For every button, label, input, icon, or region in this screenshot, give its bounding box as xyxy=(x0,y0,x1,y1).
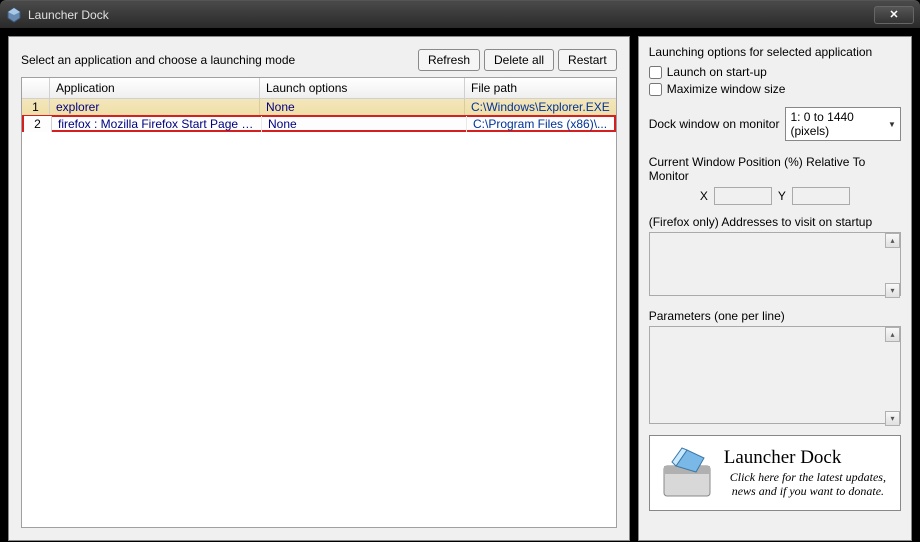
maximize-checkbox[interactable] xyxy=(649,83,662,96)
parameters-textarea[interactable] xyxy=(649,326,901,424)
options-pane: Launching options for selected applicati… xyxy=(638,36,912,541)
promo-title: Launcher Dock xyxy=(724,447,892,469)
maximize-row: Maximize window size xyxy=(649,82,901,96)
dock-monitor-label: Dock window on monitor xyxy=(649,117,780,131)
refresh-button[interactable]: Refresh xyxy=(418,49,480,71)
launch-on-startup-checkbox[interactable] xyxy=(649,66,662,79)
addresses-label: (Firefox only) Addresses to visit on sta… xyxy=(649,215,901,229)
chevron-down-icon: ▼ xyxy=(888,120,896,129)
top-toolbar: Select an application and choose a launc… xyxy=(21,49,617,71)
addresses-wrap: ▴ ▾ xyxy=(649,232,901,309)
x-label: X xyxy=(700,189,708,203)
launch-on-startup-label: Launch on start-up xyxy=(667,65,767,79)
maximize-label: Maximize window size xyxy=(667,82,786,96)
table-row[interactable]: 1 explorer None C:\Windows\Explorer.EXE xyxy=(22,99,616,116)
close-icon: ✕ xyxy=(889,8,898,21)
scroll-up-icon[interactable]: ▴ xyxy=(885,233,900,248)
window-title: Launcher Dock xyxy=(28,8,874,22)
promo-banner[interactable]: Launcher Dock Click here for the latest … xyxy=(649,435,901,511)
row-application: firefox : Mozilla Firefox Start Page - M… xyxy=(52,116,262,132)
close-button[interactable]: ✕ xyxy=(874,6,914,24)
addresses-textarea[interactable] xyxy=(649,232,901,296)
app-table: Application Launch options File path 1 e… xyxy=(21,77,617,528)
header-launch-options[interactable]: Launch options xyxy=(260,78,465,98)
restart-button[interactable]: Restart xyxy=(558,49,617,71)
parameters-wrap: ▴ ▾ xyxy=(649,326,901,435)
delete-all-button[interactable]: Delete all xyxy=(484,49,554,71)
row-application: explorer xyxy=(50,99,260,115)
row-path: C:\Windows\Explorer.EXE xyxy=(465,99,616,115)
y-label: Y xyxy=(778,189,786,203)
header-application[interactable]: Application xyxy=(50,78,260,98)
table-header: Application Launch options File path xyxy=(22,78,616,99)
header-file-path[interactable]: File path xyxy=(465,78,616,98)
options-title: Launching options for selected applicati… xyxy=(649,45,901,59)
promo-text: Launcher Dock Click here for the latest … xyxy=(724,447,892,499)
xy-row: X Y xyxy=(649,187,901,205)
row-path: C:\Program Files (x86)\... xyxy=(467,116,614,132)
row-launch: None xyxy=(260,99,465,115)
row-number: 2 xyxy=(24,116,52,132)
header-number[interactable] xyxy=(22,78,50,98)
scroll-up-icon[interactable]: ▴ xyxy=(885,327,900,342)
position-label: Current Window Position (%) Relative To … xyxy=(649,155,901,183)
dock-monitor-dropdown[interactable]: 1: 0 to 1440 (pixels) ▼ xyxy=(785,107,901,141)
y-input[interactable] xyxy=(792,187,850,205)
app-icon xyxy=(6,7,22,23)
app-window: Launcher Dock ✕ Select an application an… xyxy=(0,0,920,542)
launch-on-startup-row: Launch on start-up xyxy=(649,65,901,79)
window-body: Select an application and choose a launc… xyxy=(0,28,920,542)
table-body: 1 explorer None C:\Windows\Explorer.EXE … xyxy=(22,99,616,132)
promo-icon xyxy=(658,444,716,502)
x-input[interactable] xyxy=(714,187,772,205)
table-row[interactable]: 2 firefox : Mozilla Firefox Start Page -… xyxy=(22,115,616,132)
main-pane: Select an application and choose a launc… xyxy=(8,36,630,541)
scroll-down-icon[interactable]: ▾ xyxy=(885,283,900,298)
row-number: 1 xyxy=(22,99,50,115)
dock-monitor-value: 1: 0 to 1440 (pixels) xyxy=(790,110,888,138)
row-launch: None xyxy=(262,116,467,132)
dock-monitor-row: Dock window on monitor 1: 0 to 1440 (pix… xyxy=(649,107,901,141)
button-group: Refresh Delete all Restart xyxy=(418,49,617,71)
scroll-down-icon[interactable]: ▾ xyxy=(885,411,900,426)
parameters-label: Parameters (one per line) xyxy=(649,309,901,323)
instruction-text: Select an application and choose a launc… xyxy=(21,53,418,67)
promo-subtitle: Click here for the latest updates, news … xyxy=(724,471,892,499)
titlebar: Launcher Dock ✕ xyxy=(0,0,920,28)
